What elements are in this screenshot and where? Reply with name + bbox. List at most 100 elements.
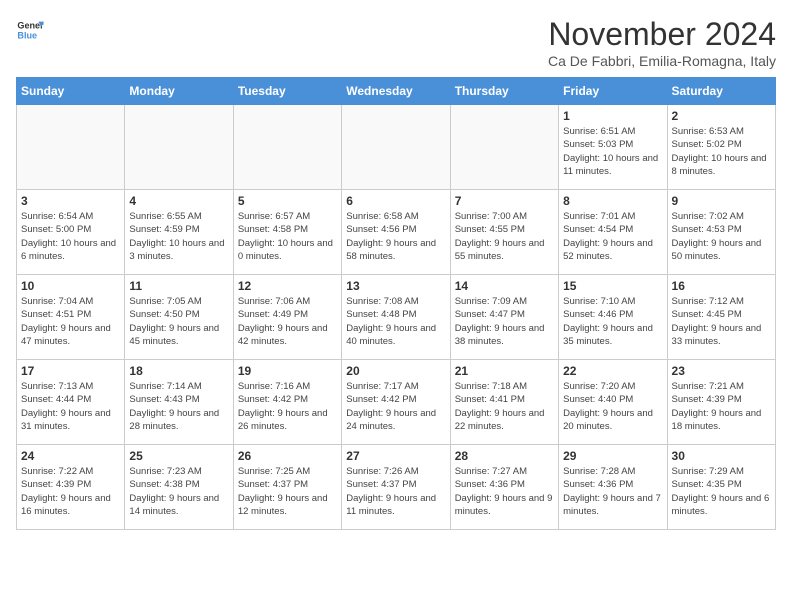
day-number: 11 — [129, 279, 228, 293]
header-thursday: Thursday — [450, 78, 558, 105]
calendar-cell: 3 Sunrise: 6:54 AM Sunset: 5:00 PM Daylig… — [17, 190, 125, 275]
calendar-week-2: 3 Sunrise: 6:54 AM Sunset: 5:00 PM Daylig… — [17, 190, 776, 275]
day-number: 15 — [563, 279, 662, 293]
calendar-week-4: 17 Sunrise: 7:13 AM Sunset: 4:44 PM Dayli… — [17, 360, 776, 445]
calendar-cell: 27 Sunrise: 7:26 AM Sunset: 4:37 PM Dayli… — [342, 445, 450, 530]
calendar-cell: 13Sunrise: 7:08 AM Sunset: 4:48 PM Dayli… — [342, 275, 450, 360]
calendar-cell: 15 Sunrise: 7:10 AM Sunset: 4:46 PM Dayli… — [559, 275, 667, 360]
title-block: November 2024 Ca De Fabbri, Emilia-Romag… — [548, 16, 776, 69]
day-info: Sunrise: 7:17 AM Sunset: 4:42 PM Dayligh… — [346, 380, 445, 433]
day-number: 13 — [346, 279, 445, 293]
day-number: 30 — [672, 449, 771, 463]
day-info: Sunrise: 7:00 AM Sunset: 4:55 PM Dayligh… — [455, 210, 554, 263]
calendar-cell: 23 Sunrise: 7:21 AM Sunset: 4:39 PM Dayli… — [667, 360, 775, 445]
day-info: Sunrise: 7:18 AM Sunset: 4:41 PM Dayligh… — [455, 380, 554, 433]
page-header: General Blue November 2024 Ca De Fabbri,… — [16, 16, 776, 69]
calendar-cell: 12 Sunrise: 7:06 AM Sunset: 4:49 PM Dayli… — [233, 275, 341, 360]
calendar-cell: 21Sunrise: 7:18 AM Sunset: 4:41 PM Dayli… — [450, 360, 558, 445]
day-number: 20 — [346, 364, 445, 378]
day-info: Sunrise: 7:10 AM Sunset: 4:46 PM Dayligh… — [563, 295, 662, 348]
day-number: 22 — [563, 364, 662, 378]
calendar-cell: 20 Sunrise: 7:17 AM Sunset: 4:42 PM Dayli… — [342, 360, 450, 445]
calendar-cell: 7 Sunrise: 7:00 AM Sunset: 4:55 PM Daylig… — [450, 190, 558, 275]
day-info: Sunrise: 7:01 AM Sunset: 4:54 PM Dayligh… — [563, 210, 662, 263]
day-number: 4 — [129, 194, 228, 208]
calendar-cell: 8 Sunrise: 7:01 AM Sunset: 4:54 PM Daylig… — [559, 190, 667, 275]
day-info: Sunrise: 7:27 AM Sunset: 4:36 PM Dayligh… — [455, 465, 554, 518]
day-info: Sunrise: 6:55 AM Sunset: 4:59 PM Dayligh… — [129, 210, 228, 263]
header-wednesday: Wednesday — [342, 78, 450, 105]
day-number: 7 — [455, 194, 554, 208]
day-info: Sunrise: 6:58 AM Sunset: 4:56 PM Dayligh… — [346, 210, 445, 263]
calendar-table: SundayMondayTuesdayWednesdayThursdayFrid… — [16, 77, 776, 530]
calendar-cell: 29 Sunrise: 7:28 AM Sunset: 4:36 PM Dayli… — [559, 445, 667, 530]
day-number: 23 — [672, 364, 771, 378]
day-info: Sunrise: 7:20 AM Sunset: 4:40 PM Dayligh… — [563, 380, 662, 433]
day-number: 24 — [21, 449, 120, 463]
calendar-cell: 24 Sunrise: 7:22 AM Sunset: 4:39 PM Dayli… — [17, 445, 125, 530]
calendar-cell: 19Sunrise: 7:16 AM Sunset: 4:42 PM Dayli… — [233, 360, 341, 445]
header-friday: Friday — [559, 78, 667, 105]
day-info: Sunrise: 7:14 AM Sunset: 4:43 PM Dayligh… — [129, 380, 228, 433]
day-info: Sunrise: 7:04 AM Sunset: 4:51 PM Dayligh… — [21, 295, 120, 348]
calendar-cell: 17 Sunrise: 7:13 AM Sunset: 4:44 PM Dayli… — [17, 360, 125, 445]
calendar-cell — [125, 105, 233, 190]
location-subtitle: Ca De Fabbri, Emilia-Romagna, Italy — [548, 53, 776, 69]
logo-icon: General Blue — [16, 16, 44, 44]
day-number: 6 — [346, 194, 445, 208]
day-number: 14 — [455, 279, 554, 293]
header-saturday: Saturday — [667, 78, 775, 105]
day-number: 3 — [21, 194, 120, 208]
header-sunday: Sunday — [17, 78, 125, 105]
calendar-cell — [17, 105, 125, 190]
day-number: 17 — [21, 364, 120, 378]
calendar-header-row: SundayMondayTuesdayWednesdayThursdayFrid… — [17, 78, 776, 105]
day-info: Sunrise: 7:02 AM Sunset: 4:53 PM Dayligh… — [672, 210, 771, 263]
day-number: 8 — [563, 194, 662, 208]
day-info: Sunrise: 7:06 AM Sunset: 4:49 PM Dayligh… — [238, 295, 337, 348]
calendar-cell: 30 Sunrise: 7:29 AM Sunset: 4:35 PM Dayli… — [667, 445, 775, 530]
day-info: Sunrise: 7:12 AM Sunset: 4:45 PM Dayligh… — [672, 295, 771, 348]
day-info: Sunrise: 7:09 AM Sunset: 4:47 PM Dayligh… — [455, 295, 554, 348]
day-info: Sunrise: 7:26 AM Sunset: 4:37 PM Dayligh… — [346, 465, 445, 518]
day-info: Sunrise: 6:54 AM Sunset: 5:00 PM Dayligh… — [21, 210, 120, 263]
day-number: 27 — [346, 449, 445, 463]
calendar-week-1: 1Sunrise: 6:51 AM Sunset: 5:03 PM Daylig… — [17, 105, 776, 190]
day-number: 12 — [238, 279, 337, 293]
day-info: Sunrise: 7:13 AM Sunset: 4:44 PM Dayligh… — [21, 380, 120, 433]
day-number: 1 — [563, 109, 662, 123]
day-info: Sunrise: 7:22 AM Sunset: 4:39 PM Dayligh… — [21, 465, 120, 518]
day-info: Sunrise: 7:25 AM Sunset: 4:37 PM Dayligh… — [238, 465, 337, 518]
day-info: Sunrise: 7:16 AM Sunset: 4:42 PM Dayligh… — [238, 380, 337, 433]
day-number: 29 — [563, 449, 662, 463]
day-number: 2 — [672, 109, 771, 123]
calendar-cell: 11 Sunrise: 7:05 AM Sunset: 4:50 PM Dayli… — [125, 275, 233, 360]
day-number: 18 — [129, 364, 228, 378]
logo: General Blue — [16, 16, 44, 44]
calendar-cell: 25Sunrise: 7:23 AM Sunset: 4:38 PM Dayli… — [125, 445, 233, 530]
day-number: 28 — [455, 449, 554, 463]
day-info: Sunrise: 7:23 AM Sunset: 4:38 PM Dayligh… — [129, 465, 228, 518]
header-monday: Monday — [125, 78, 233, 105]
calendar-week-3: 10Sunrise: 7:04 AM Sunset: 4:51 PM Dayli… — [17, 275, 776, 360]
calendar-cell: 16 Sunrise: 7:12 AM Sunset: 4:45 PM Dayli… — [667, 275, 775, 360]
day-number: 16 — [672, 279, 771, 293]
calendar-cell: 4 Sunrise: 6:55 AM Sunset: 4:59 PM Daylig… — [125, 190, 233, 275]
day-number: 26 — [238, 449, 337, 463]
day-number: 5 — [238, 194, 337, 208]
calendar-cell: 1Sunrise: 6:51 AM Sunset: 5:03 PM Daylig… — [559, 105, 667, 190]
day-info: Sunrise: 6:57 AM Sunset: 4:58 PM Dayligh… — [238, 210, 337, 263]
day-number: 9 — [672, 194, 771, 208]
day-info: Sunrise: 6:53 AM Sunset: 5:02 PM Dayligh… — [672, 125, 771, 178]
day-info: Sunrise: 7:21 AM Sunset: 4:39 PM Dayligh… — [672, 380, 771, 433]
day-info: Sunrise: 7:05 AM Sunset: 4:50 PM Dayligh… — [129, 295, 228, 348]
calendar-cell: 6 Sunrise: 6:58 AM Sunset: 4:56 PM Daylig… — [342, 190, 450, 275]
month-title: November 2024 — [548, 16, 776, 53]
calendar-cell: 9 Sunrise: 7:02 AM Sunset: 4:53 PM Daylig… — [667, 190, 775, 275]
day-info: Sunrise: 7:28 AM Sunset: 4:36 PM Dayligh… — [563, 465, 662, 518]
calendar-cell: 28 Sunrise: 7:27 AM Sunset: 4:36 PM Dayli… — [450, 445, 558, 530]
calendar-week-5: 24 Sunrise: 7:22 AM Sunset: 4:39 PM Dayli… — [17, 445, 776, 530]
calendar-cell: 14 Sunrise: 7:09 AM Sunset: 4:47 PM Dayli… — [450, 275, 558, 360]
calendar-cell: 5 Sunrise: 6:57 AM Sunset: 4:58 PM Daylig… — [233, 190, 341, 275]
day-info: Sunrise: 7:29 AM Sunset: 4:35 PM Dayligh… — [672, 465, 771, 518]
